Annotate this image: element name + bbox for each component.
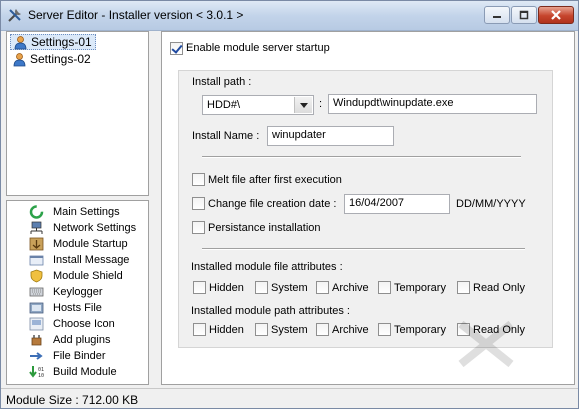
tools-icon xyxy=(8,9,21,22)
module-item-label: Main Settings xyxy=(53,205,120,218)
module-list: Main Settings Network Settings Module St… xyxy=(6,200,149,385)
file-attr-temporary-checkbox[interactable] xyxy=(378,281,391,294)
window-title: Server Editor - Installer version < 3.0.… xyxy=(28,8,244,22)
choose-icon-icon xyxy=(29,317,44,330)
module-item-hosts-file[interactable]: Hosts File xyxy=(29,300,102,315)
build-binary-icon: 0110 xyxy=(29,365,44,379)
module-item-add-plugins[interactable]: Add plugins xyxy=(29,332,111,347)
settings-list: Settings-01 Settings-02 xyxy=(6,31,149,196)
settings-item-label: Settings-02 xyxy=(30,52,91,66)
startup-box-icon xyxy=(29,237,44,250)
svg-text:10: 10 xyxy=(38,373,44,379)
melt-file-label: Melt file after first execution xyxy=(208,174,342,186)
divider xyxy=(202,156,521,158)
maximize-button[interactable] xyxy=(511,6,537,24)
enable-startup-label: Enable module server startup xyxy=(186,42,330,54)
install-name-label: Install Name : xyxy=(192,130,260,142)
change-date-label: Change file creation date : xyxy=(208,198,337,210)
module-item-main-settings[interactable]: Main Settings xyxy=(29,204,120,219)
module-item-label: Choose Icon xyxy=(53,317,115,330)
file-attr-archive-label: Archive xyxy=(332,282,369,294)
module-item-label: Hosts File xyxy=(53,301,102,314)
user-icon xyxy=(14,35,27,49)
file-attr-readonly-label: Read Only xyxy=(473,282,525,294)
module-item-choose-icon[interactable]: Choose Icon xyxy=(29,316,115,331)
path-attr-system-checkbox[interactable] xyxy=(255,323,268,336)
path-separator: : xyxy=(319,98,323,110)
module-item-module-startup[interactable]: Module Startup xyxy=(29,236,128,251)
install-name-input[interactable]: winupdater xyxy=(267,126,394,146)
module-item-label: Network Settings xyxy=(53,221,137,234)
persistance-checkbox[interactable] xyxy=(192,221,205,234)
chevron-down-icon xyxy=(299,102,308,108)
file-attr-hidden-label: Hidden xyxy=(209,282,244,294)
plugin-icon xyxy=(31,334,42,345)
path-attr-hidden-label: Hidden xyxy=(209,324,244,336)
module-item-file-binder[interactable]: File Binder xyxy=(29,348,106,363)
file-attr-hidden-checkbox[interactable] xyxy=(193,281,206,294)
dropdown-arrow[interactable] xyxy=(294,97,312,113)
shield-icon xyxy=(30,269,43,282)
message-icon xyxy=(29,255,44,265)
module-item-network-settings[interactable]: Network Settings xyxy=(29,220,136,235)
module-item-label: Keylogger xyxy=(53,285,103,298)
status-bar: Module Size : 712.00 KB xyxy=(1,388,578,408)
watermark-logo-icon xyxy=(458,320,514,368)
module-size-text: Module Size : 712.00 KB xyxy=(6,393,139,407)
path-attr-archive-checkbox[interactable] xyxy=(316,323,329,336)
file-binder-icon xyxy=(30,351,43,360)
minimize-button[interactable] xyxy=(484,6,510,24)
settings-item-label: Settings-01 xyxy=(31,35,92,49)
file-attributes-title: Installed module file attributes : xyxy=(191,261,343,273)
maximize-icon xyxy=(519,10,529,20)
module-item-label: Install Message xyxy=(53,253,130,266)
file-attr-temporary-label: Temporary xyxy=(394,282,446,294)
module-item-label: Build Module xyxy=(53,365,117,378)
settings-item-01[interactable]: Settings-01 xyxy=(10,34,96,50)
module-item-keylogger[interactable]: Keylogger xyxy=(29,284,103,299)
persistance-label: Persistance installation xyxy=(208,222,321,234)
module-item-label: Module Startup xyxy=(53,237,128,250)
path-attr-temporary-label: Temporary xyxy=(394,324,446,336)
file-attr-archive-checkbox[interactable] xyxy=(316,281,329,294)
enable-startup-checkbox[interactable] xyxy=(170,42,183,55)
path-attr-hidden-checkbox[interactable] xyxy=(193,323,206,336)
user-icon xyxy=(13,52,26,66)
network-icon xyxy=(30,221,43,234)
close-icon xyxy=(551,10,561,20)
module-item-module-shield[interactable]: Module Shield xyxy=(29,268,123,283)
path-attr-archive-label: Archive xyxy=(332,324,369,336)
module-item-label: Add plugins xyxy=(53,333,111,346)
title-bar: Server Editor - Installer version < 3.0.… xyxy=(1,1,578,31)
install-path-label: Install path : xyxy=(192,76,252,88)
melt-file-checkbox[interactable] xyxy=(192,173,205,186)
minimize-icon xyxy=(493,16,501,18)
creation-date-input[interactable]: 16/04/2007 xyxy=(344,194,450,214)
close-button[interactable] xyxy=(538,6,574,24)
file-attr-readonly-checkbox[interactable] xyxy=(457,281,470,294)
module-item-install-message[interactable]: Install Message xyxy=(29,252,129,267)
module-item-label: File Binder xyxy=(53,349,106,362)
path-attributes-title: Installed module path attributes : xyxy=(191,305,350,317)
file-attr-system-checkbox[interactable] xyxy=(255,281,268,294)
install-path-input[interactable]: Windupdt\winupdate.exe xyxy=(328,94,537,114)
date-format-label: DD/MM/YYYY xyxy=(456,198,526,210)
settings-item-02[interactable]: Settings-02 xyxy=(10,51,94,67)
globe-refresh-icon xyxy=(29,204,44,219)
drive-select-value: HDD#\ xyxy=(207,99,241,111)
hosts-file-icon xyxy=(29,302,44,313)
file-attr-system-label: System xyxy=(271,282,308,294)
divider xyxy=(202,248,525,250)
keyboard-icon xyxy=(29,287,44,296)
path-attr-system-label: System xyxy=(271,324,308,336)
module-item-label: Module Shield xyxy=(53,269,123,282)
server-editor-window: Server Editor - Installer version < 3.0.… xyxy=(0,0,579,409)
path-attr-temporary-checkbox[interactable] xyxy=(378,323,391,336)
module-item-build-module[interactable]: 01 10 Build Module xyxy=(29,364,117,379)
change-date-checkbox[interactable] xyxy=(192,197,205,210)
drive-select[interactable]: HDD#\ xyxy=(202,95,314,115)
